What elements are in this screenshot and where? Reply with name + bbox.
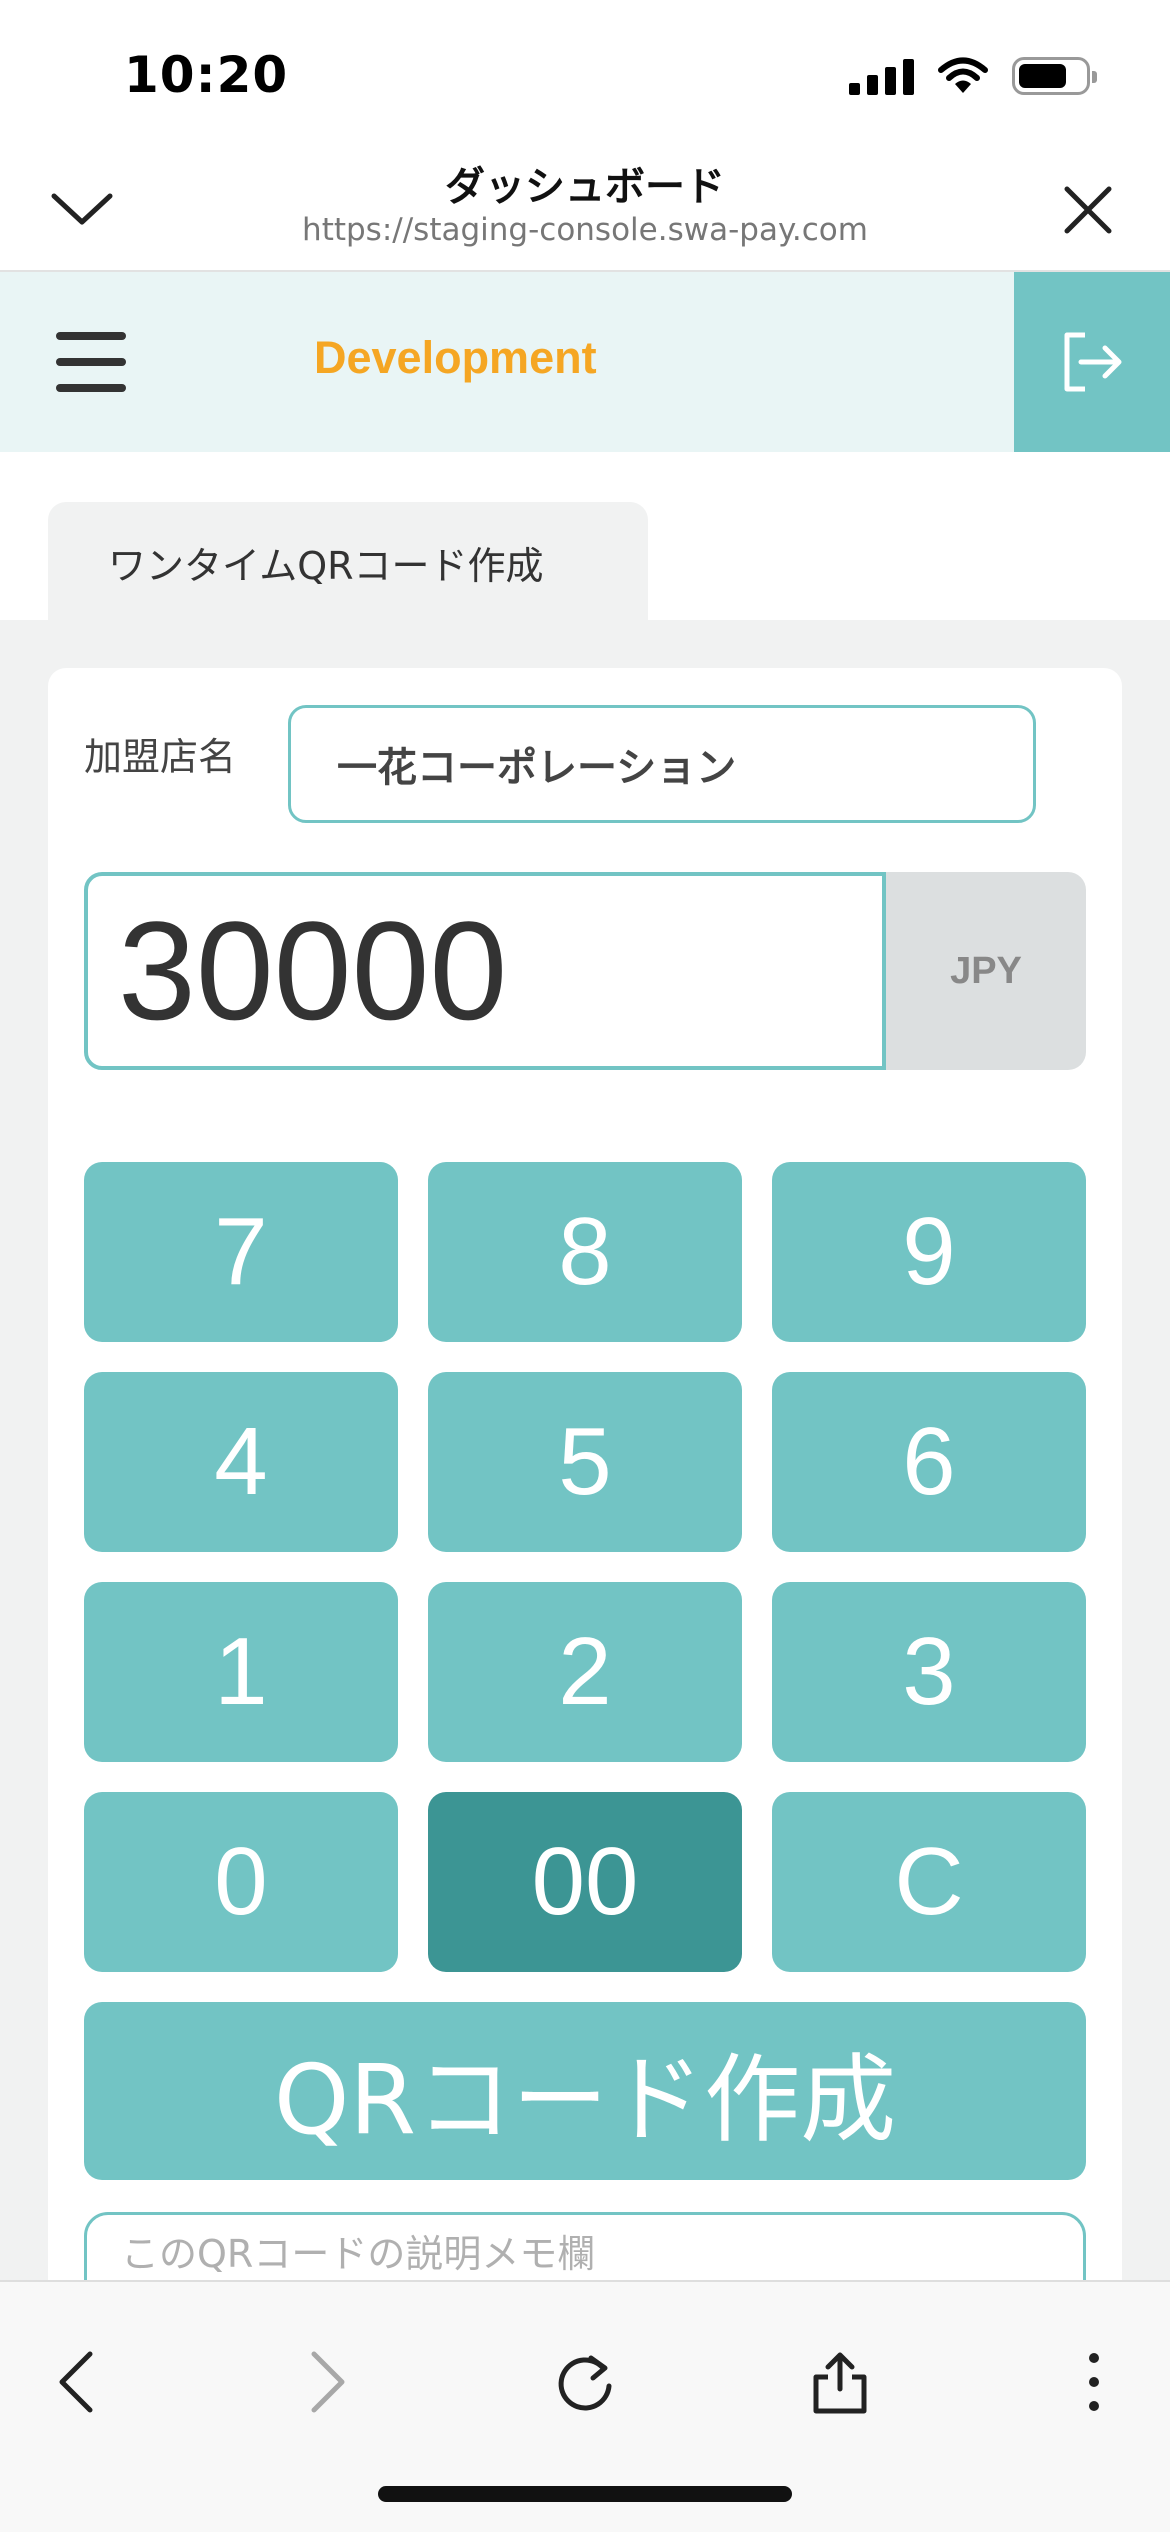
key-5[interactable]: 5 bbox=[428, 1372, 742, 1552]
status-bar: 10:20 bbox=[0, 0, 1170, 140]
key-3[interactable]: 3 bbox=[772, 1582, 1086, 1762]
reload-icon[interactable] bbox=[545, 2342, 625, 2422]
key-8[interactable]: 8 bbox=[428, 1162, 742, 1342]
battery-icon bbox=[1012, 57, 1097, 95]
key-7[interactable]: 7 bbox=[84, 1162, 398, 1342]
status-icons bbox=[849, 56, 1097, 96]
environment-label: Development bbox=[314, 332, 597, 383]
back-icon[interactable] bbox=[36, 2342, 116, 2422]
key-4[interactable]: 4 bbox=[84, 1372, 398, 1552]
key-2[interactable]: 2 bbox=[428, 1582, 742, 1762]
amount-input[interactable] bbox=[84, 872, 886, 1070]
key-6[interactable]: 6 bbox=[772, 1372, 1086, 1552]
more-icon[interactable] bbox=[1054, 2342, 1134, 2422]
home-indicator bbox=[378, 2486, 792, 2502]
key-9[interactable]: 9 bbox=[772, 1162, 1086, 1342]
wifi-icon bbox=[938, 57, 988, 93]
hamburger-icon[interactable] bbox=[56, 332, 126, 392]
numeric-keypad: 7 8 9 4 5 6 1 2 3 0 00 C bbox=[84, 1162, 1086, 1972]
status-time: 10:20 bbox=[124, 46, 289, 104]
key-00[interactable]: 00 bbox=[428, 1792, 742, 1972]
key-clear[interactable]: C bbox=[772, 1792, 1086, 1972]
merchant-label: 加盟店名 bbox=[84, 735, 237, 779]
merchant-name-input[interactable] bbox=[288, 705, 1036, 823]
currency-label: JPY bbox=[886, 872, 1086, 1070]
close-icon[interactable] bbox=[1048, 170, 1128, 250]
amount-group: JPY bbox=[84, 872, 1086, 1070]
key-0[interactable]: 0 bbox=[84, 1792, 398, 1972]
logout-button[interactable] bbox=[1014, 272, 1170, 452]
browser-header: ダッシュボード https://staging-console.swa-pay.… bbox=[0, 140, 1170, 272]
cellular-signal-icon bbox=[849, 57, 914, 95]
forward-icon[interactable] bbox=[288, 2342, 368, 2422]
share-icon[interactable] bbox=[800, 2342, 880, 2422]
page-url: https://staging-console.swa-pay.com bbox=[302, 212, 868, 248]
key-1[interactable]: 1 bbox=[84, 1582, 398, 1762]
app-bar: Development bbox=[0, 272, 1170, 452]
page-title: ダッシュボード bbox=[445, 164, 725, 210]
logout-icon bbox=[1064, 332, 1122, 392]
tab-onetime-qr[interactable]: ワンタイムQRコード作成 bbox=[48, 502, 648, 622]
create-qr-button[interactable]: QRコード作成 bbox=[84, 2002, 1086, 2180]
